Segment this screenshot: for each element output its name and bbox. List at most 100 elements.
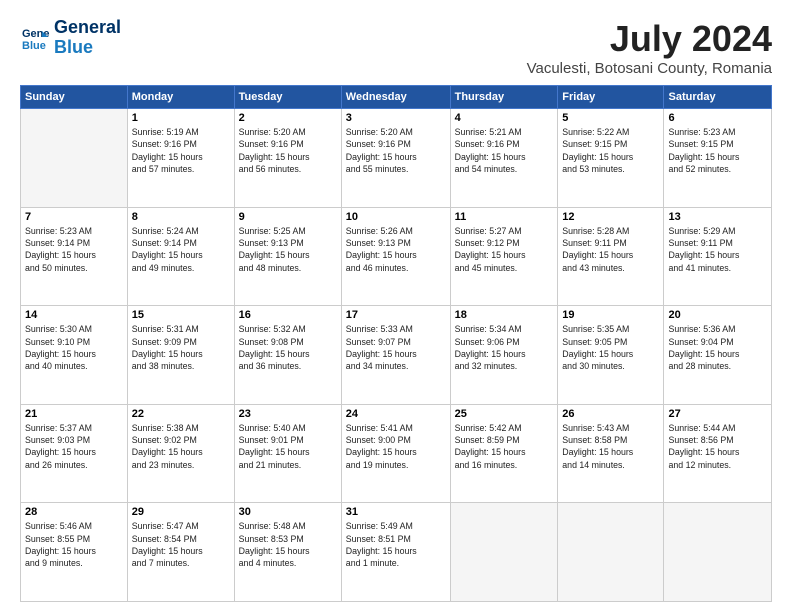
cell-info: Sunrise: 5:49 AM Sunset: 8:51 PM Dayligh… bbox=[346, 520, 446, 569]
calendar-cell: 11 Sunrise: 5:27 AM Sunset: 9:12 PM Dayli… bbox=[450, 207, 558, 306]
day-number: 31 bbox=[346, 506, 446, 518]
cell-info: Sunrise: 5:19 AM Sunset: 9:16 PM Dayligh… bbox=[132, 126, 230, 175]
calendar-cell: 31 Sunrise: 5:49 AM Sunset: 8:51 PM Dayli… bbox=[341, 503, 450, 602]
cell-info: Sunrise: 5:37 AM Sunset: 9:03 PM Dayligh… bbox=[25, 422, 123, 471]
weekday-header-monday: Monday bbox=[127, 86, 234, 109]
calendar-cell: 2 Sunrise: 5:20 AM Sunset: 9:16 PM Daylig… bbox=[234, 109, 341, 208]
calendar-cell: 1Sunrise: 5:19 AM Sunset: 9:16 PM Daylig… bbox=[127, 109, 234, 208]
cell-info: Sunrise: 5:32 AM Sunset: 9:08 PM Dayligh… bbox=[239, 323, 337, 372]
calendar-cell: 30 Sunrise: 5:48 AM Sunset: 8:53 PM Dayli… bbox=[234, 503, 341, 602]
calendar-cell: 9Sunrise: 5:25 AM Sunset: 9:13 PM Daylig… bbox=[234, 207, 341, 306]
cell-info: Sunrise: 5:20 AM Sunset: 9:16 PM Dayligh… bbox=[239, 126, 337, 175]
day-number: 12 bbox=[562, 211, 659, 223]
weekday-header-friday: Friday bbox=[558, 86, 664, 109]
day-number: 17 bbox=[346, 309, 446, 321]
page: General Blue General Blue July 2024 Vacu… bbox=[0, 0, 792, 612]
day-number: 30 bbox=[239, 506, 337, 518]
cell-info: Sunrise: 5:38 AM Sunset: 9:02 PM Dayligh… bbox=[132, 422, 230, 471]
calendar-cell: 7 Sunrise: 5:23 AM Sunset: 9:14 PM Daylig… bbox=[21, 207, 128, 306]
day-number: 8 bbox=[132, 211, 230, 223]
day-number: 27 bbox=[668, 408, 767, 420]
calendar-cell: 21Sunrise: 5:37 AM Sunset: 9:03 PM Dayli… bbox=[21, 404, 128, 503]
day-number: 23 bbox=[239, 408, 337, 420]
calendar-cell: 12 Sunrise: 5:28 AM Sunset: 9:11 PM Dayli… bbox=[558, 207, 664, 306]
weekday-header-saturday: Saturday bbox=[664, 86, 772, 109]
header: General Blue General Blue July 2024 Vacu… bbox=[20, 18, 772, 77]
calendar-table: SundayMondayTuesdayWednesdayThursdayFrid… bbox=[20, 85, 772, 602]
calendar-cell: 3Sunrise: 5:20 AM Sunset: 9:16 PM Daylig… bbox=[341, 109, 450, 208]
cell-info: Sunrise: 5:43 AM Sunset: 8:58 PM Dayligh… bbox=[562, 422, 659, 471]
week-row-3: 14 Sunrise: 5:30 AM Sunset: 9:10 PM Dayli… bbox=[21, 306, 772, 405]
day-number: 4 bbox=[455, 112, 554, 124]
day-number: 11 bbox=[455, 211, 554, 223]
week-row-1: 1Sunrise: 5:19 AM Sunset: 9:16 PM Daylig… bbox=[21, 109, 772, 208]
day-number: 2 bbox=[239, 112, 337, 124]
logo-icon: General Blue bbox=[20, 23, 50, 53]
cell-info: Sunrise: 5:41 AM Sunset: 9:00 PM Dayligh… bbox=[346, 422, 446, 471]
calendar-cell: 24Sunrise: 5:41 AM Sunset: 9:00 PM Dayli… bbox=[341, 404, 450, 503]
cell-info: Sunrise: 5:44 AM Sunset: 8:56 PM Dayligh… bbox=[668, 422, 767, 471]
calendar-cell: 13 Sunrise: 5:29 AM Sunset: 9:11 PM Dayli… bbox=[664, 207, 772, 306]
cell-info: Sunrise: 5:23 AM Sunset: 9:14 PM Dayligh… bbox=[25, 225, 123, 274]
title-block: July 2024 Vaculesti, Botosani County, Ro… bbox=[527, 18, 772, 77]
cell-info: Sunrise: 5:24 AM Sunset: 9:14 PM Dayligh… bbox=[132, 225, 230, 274]
day-number: 10 bbox=[346, 211, 446, 223]
calendar-cell: 26 Sunrise: 5:43 AM Sunset: 8:58 PM Dayli… bbox=[558, 404, 664, 503]
logo: General Blue General Blue bbox=[20, 18, 121, 58]
calendar-cell: 29 Sunrise: 5:47 AM Sunset: 8:54 PM Dayli… bbox=[127, 503, 234, 602]
cell-info: Sunrise: 5:29 AM Sunset: 9:11 PM Dayligh… bbox=[668, 225, 767, 274]
week-row-5: 28 Sunrise: 5:46 AM Sunset: 8:55 PM Dayli… bbox=[21, 503, 772, 602]
calendar-cell: 10 Sunrise: 5:26 AM Sunset: 9:13 PM Dayli… bbox=[341, 207, 450, 306]
calendar-cell: 23Sunrise: 5:40 AM Sunset: 9:01 PM Dayli… bbox=[234, 404, 341, 503]
cell-info: Sunrise: 5:46 AM Sunset: 8:55 PM Dayligh… bbox=[25, 520, 123, 569]
calendar-cell: 25 Sunrise: 5:42 AM Sunset: 8:59 PM Dayli… bbox=[450, 404, 558, 503]
cell-info: Sunrise: 5:35 AM Sunset: 9:05 PM Dayligh… bbox=[562, 323, 659, 372]
calendar-cell: 17 Sunrise: 5:33 AM Sunset: 9:07 PM Dayli… bbox=[341, 306, 450, 405]
calendar-cell: 19Sunrise: 5:35 AM Sunset: 9:05 PM Dayli… bbox=[558, 306, 664, 405]
calendar-cell: 15 Sunrise: 5:31 AM Sunset: 9:09 PM Dayli… bbox=[127, 306, 234, 405]
calendar-cell bbox=[450, 503, 558, 602]
logo-text-line1: General bbox=[54, 18, 121, 38]
cell-info: Sunrise: 5:28 AM Sunset: 9:11 PM Dayligh… bbox=[562, 225, 659, 274]
weekday-header-row: SundayMondayTuesdayWednesdayThursdayFrid… bbox=[21, 86, 772, 109]
calendar-cell: 4 Sunrise: 5:21 AM Sunset: 9:16 PM Daylig… bbox=[450, 109, 558, 208]
day-number: 13 bbox=[668, 211, 767, 223]
day-number: 28 bbox=[25, 506, 123, 518]
weekday-header-tuesday: Tuesday bbox=[234, 86, 341, 109]
weekday-header-thursday: Thursday bbox=[450, 86, 558, 109]
day-number: 22 bbox=[132, 408, 230, 420]
cell-info: Sunrise: 5:26 AM Sunset: 9:13 PM Dayligh… bbox=[346, 225, 446, 274]
cell-info: Sunrise: 5:47 AM Sunset: 8:54 PM Dayligh… bbox=[132, 520, 230, 569]
week-row-2: 7 Sunrise: 5:23 AM Sunset: 9:14 PM Daylig… bbox=[21, 207, 772, 306]
cell-info: Sunrise: 5:27 AM Sunset: 9:12 PM Dayligh… bbox=[455, 225, 554, 274]
calendar-cell: 16Sunrise: 5:32 AM Sunset: 9:08 PM Dayli… bbox=[234, 306, 341, 405]
subtitle: Vaculesti, Botosani County, Romania bbox=[527, 60, 772, 77]
day-number: 26 bbox=[562, 408, 659, 420]
day-number: 25 bbox=[455, 408, 554, 420]
calendar-cell: 28 Sunrise: 5:46 AM Sunset: 8:55 PM Dayli… bbox=[21, 503, 128, 602]
calendar-cell bbox=[558, 503, 664, 602]
day-number: 7 bbox=[25, 211, 123, 223]
cell-info: Sunrise: 5:30 AM Sunset: 9:10 PM Dayligh… bbox=[25, 323, 123, 372]
calendar-cell: 6Sunrise: 5:23 AM Sunset: 9:15 PM Daylig… bbox=[664, 109, 772, 208]
cell-info: Sunrise: 5:33 AM Sunset: 9:07 PM Dayligh… bbox=[346, 323, 446, 372]
day-number: 18 bbox=[455, 309, 554, 321]
day-number: 20 bbox=[668, 309, 767, 321]
cell-info: Sunrise: 5:48 AM Sunset: 8:53 PM Dayligh… bbox=[239, 520, 337, 569]
calendar-cell: 20Sunrise: 5:36 AM Sunset: 9:04 PM Dayli… bbox=[664, 306, 772, 405]
cell-info: Sunrise: 5:31 AM Sunset: 9:09 PM Dayligh… bbox=[132, 323, 230, 372]
day-number: 9 bbox=[239, 211, 337, 223]
svg-text:Blue: Blue bbox=[22, 40, 46, 52]
calendar-cell bbox=[21, 109, 128, 208]
day-number: 3 bbox=[346, 112, 446, 124]
cell-info: Sunrise: 5:23 AM Sunset: 9:15 PM Dayligh… bbox=[668, 126, 767, 175]
svg-text:General: General bbox=[22, 28, 50, 40]
day-number: 15 bbox=[132, 309, 230, 321]
weekday-header-sunday: Sunday bbox=[21, 86, 128, 109]
cell-info: Sunrise: 5:21 AM Sunset: 9:16 PM Dayligh… bbox=[455, 126, 554, 175]
week-row-4: 21Sunrise: 5:37 AM Sunset: 9:03 PM Dayli… bbox=[21, 404, 772, 503]
calendar-cell: 27 Sunrise: 5:44 AM Sunset: 8:56 PM Dayli… bbox=[664, 404, 772, 503]
day-number: 14 bbox=[25, 309, 123, 321]
cell-info: Sunrise: 5:42 AM Sunset: 8:59 PM Dayligh… bbox=[455, 422, 554, 471]
day-number: 29 bbox=[132, 506, 230, 518]
